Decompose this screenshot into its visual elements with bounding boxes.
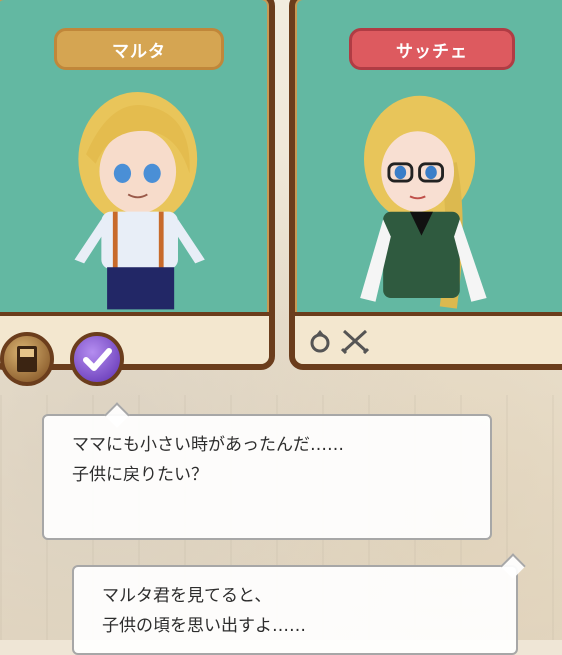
character-portrait-sacche	[360, 95, 487, 309]
ring-icon	[310, 330, 330, 353]
character-name-right: サッチェ	[349, 28, 515, 70]
character-portrait-marta	[74, 91, 205, 310]
character-name-left: マルタ	[54, 28, 224, 70]
item-button[interactable]	[0, 332, 54, 386]
character-panel-left: マルタ	[0, 0, 275, 370]
checkmark-icon	[83, 348, 112, 371]
character-panel-right: サッチェ	[289, 0, 562, 370]
panel-footer-right	[295, 312, 562, 364]
skill-button[interactable]	[70, 332, 124, 386]
book-icon	[17, 346, 37, 372]
dialogue-line: ママにも小さい時があったんだ……	[72, 435, 344, 455]
dialogue-line: 子供に戻りたい？	[72, 465, 208, 485]
dialogue-line: マルタ君を見てると、	[102, 586, 272, 606]
dialogue-bubble-sacche: マルタ君を見てると、 子供の頃を思い出すよ……	[72, 553, 526, 655]
dialogue-line: 子供の頃を思い出すよ……	[102, 616, 306, 636]
dialogue-bubble-marta: ママにも小さい時があったんだ…… 子供に戻りたい？	[42, 402, 492, 540]
crossed-swords-icon	[341, 329, 369, 354]
